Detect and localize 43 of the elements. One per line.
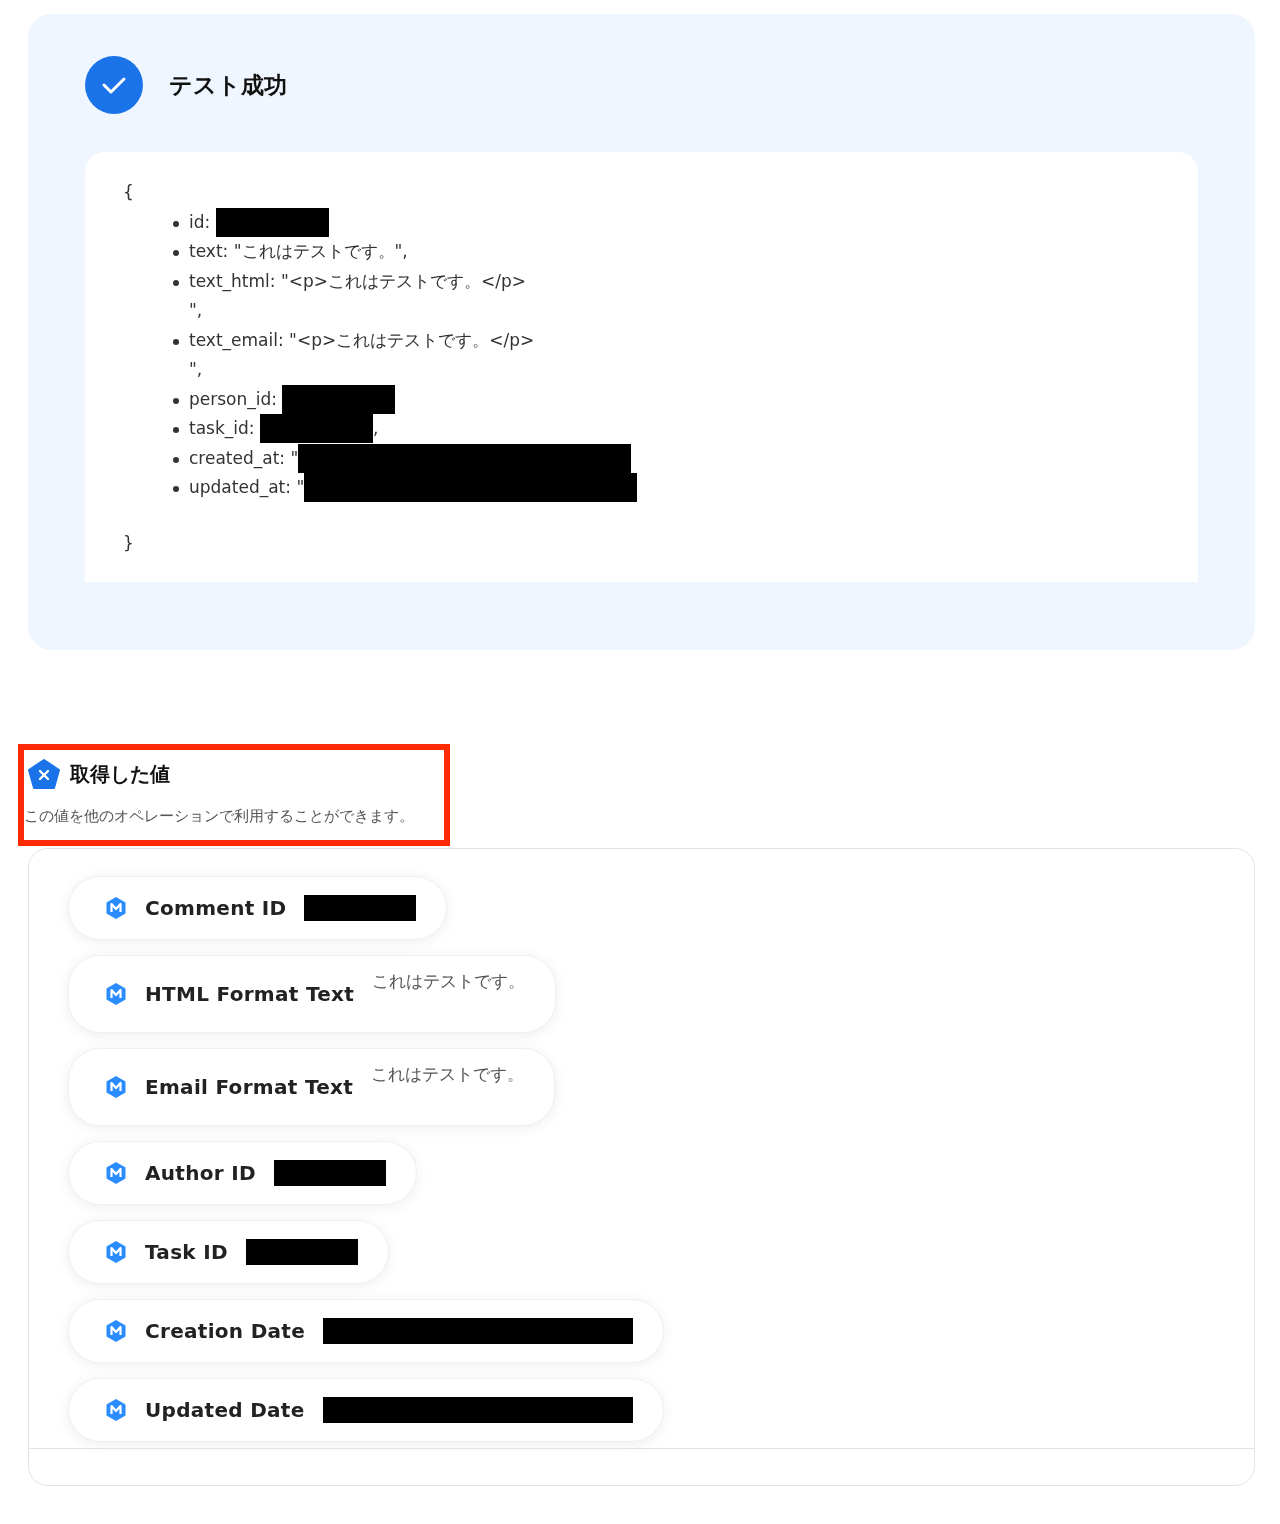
field-label: Comment ID — [145, 896, 287, 920]
hexagon-m-icon — [105, 896, 127, 920]
code-line: text: "これはテストです。", — [189, 240, 408, 263]
code-line: id: — [189, 207, 329, 237]
hexagon-m-icon — [105, 982, 127, 1006]
hexagon-m-icon — [105, 1319, 127, 1343]
result-title: テスト成功 — [169, 70, 287, 100]
pentagon-x-icon — [28, 759, 60, 789]
field-label: Author ID — [145, 1161, 256, 1185]
field-value: これはテストです。 — [372, 970, 526, 993]
section-title: 取得した値 — [70, 760, 170, 788]
field-label: Creation Date — [145, 1319, 306, 1343]
hexagon-m-icon — [105, 1398, 127, 1422]
value-chip[interactable]: Comment ID — [68, 876, 448, 940]
value-chip[interactable]: Author ID — [68, 1141, 417, 1205]
code-line: task_id: , — [189, 414, 379, 444]
bullet-icon — [173, 427, 179, 433]
value-chip[interactable]: HTML Format Text これはテストです。 — [68, 955, 557, 1033]
bullet-icon — [173, 397, 179, 404]
value-chip[interactable]: Task ID — [68, 1220, 389, 1284]
bullet-icon — [173, 250, 179, 256]
field-label: Email Format Text — [145, 1075, 354, 1099]
value-chip[interactable]: Updated Date — [68, 1378, 664, 1442]
code-line: updated_at: " — [189, 473, 638, 503]
value-chip[interactable]: Email Format Text これはテストです。 — [68, 1048, 556, 1126]
field-label: Updated Date — [145, 1398, 305, 1422]
value-chip[interactable]: Creation Date — [68, 1299, 665, 1363]
bullet-icon — [173, 456, 179, 463]
field-label: Task ID — [145, 1240, 228, 1264]
code-brace: } — [123, 531, 135, 555]
field-label: HTML Format Text — [145, 982, 355, 1006]
hexagon-m-icon — [105, 1075, 127, 1099]
section-description: この値を他のオペレーションで利用することができます。 — [24, 807, 414, 826]
code-line: person_id: — [189, 384, 396, 414]
field-value: これはテストです。 — [371, 1063, 525, 1086]
code-line: created_at: " — [189, 443, 632, 473]
bullet-icon — [173, 279, 179, 286]
code-brace: { — [123, 181, 135, 204]
bullet-icon — [173, 220, 179, 227]
bullet-icon — [173, 338, 179, 345]
hexagon-m-icon — [105, 1240, 127, 1264]
bullet-icon — [173, 486, 179, 492]
hexagon-m-icon — [105, 1161, 127, 1185]
